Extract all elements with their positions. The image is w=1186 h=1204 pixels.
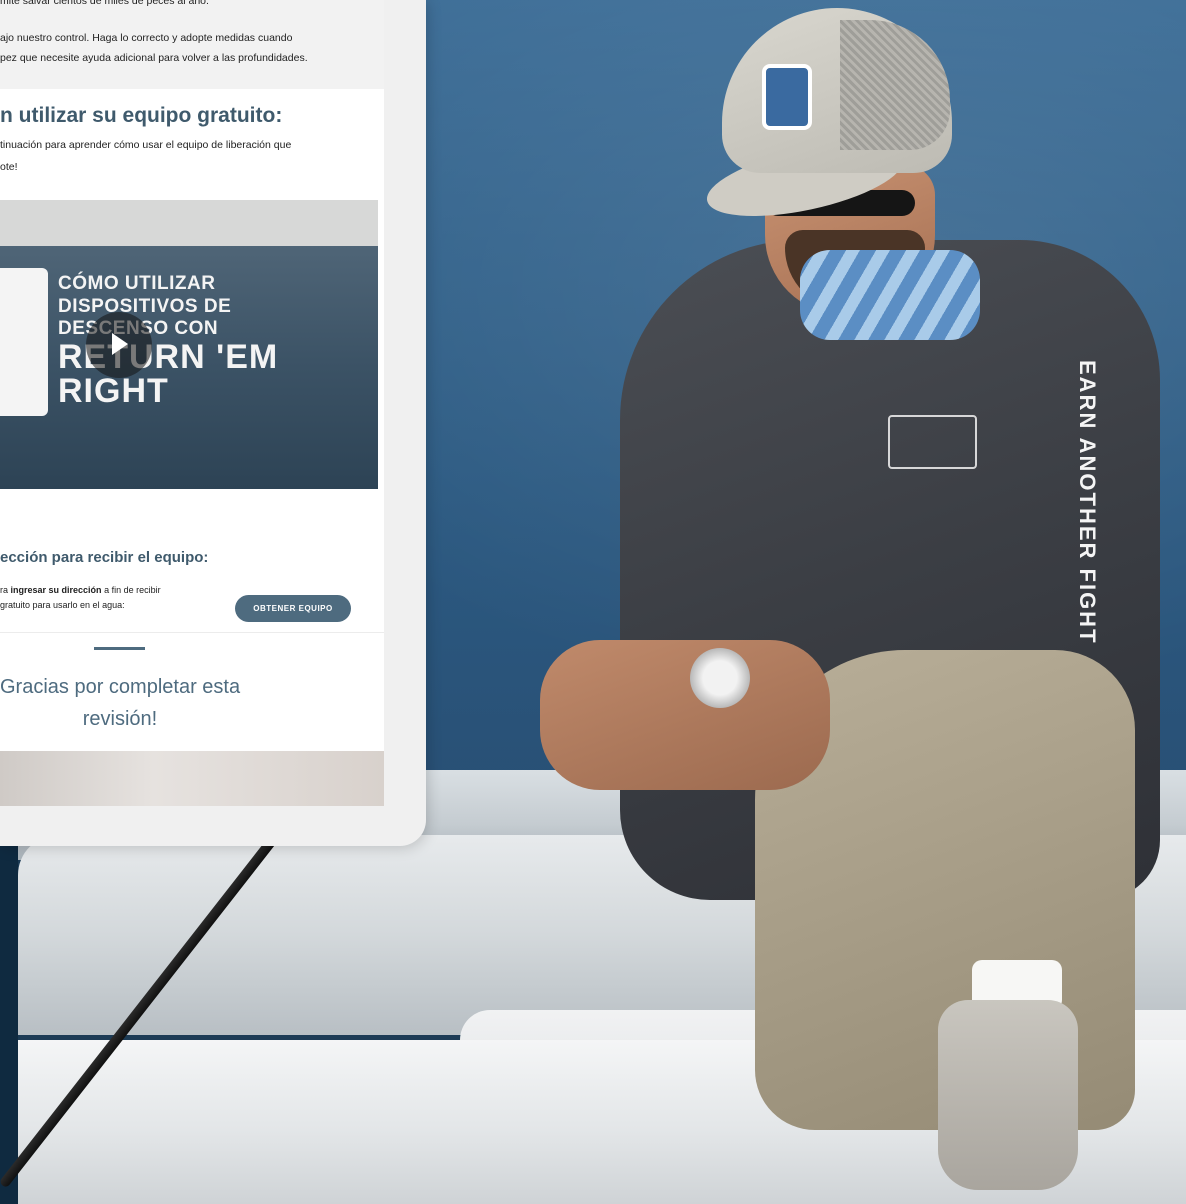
address-text-1-suffix: a fin de recibir	[101, 585, 161, 595]
chest-logo	[888, 415, 977, 469]
intro-line-2: ajo nuestro control. Haga lo correcto y …	[0, 32, 293, 44]
address-text-2: gratuito para usarlo en el agua:	[0, 600, 125, 610]
equipment-section-title: n utilizar su equipo gratuito:	[0, 104, 283, 127]
return-em-right-logo-icon	[0, 268, 48, 416]
intro-line-3: pez que necesite ayuda adicional para vo…	[0, 52, 308, 64]
address-text-1: ra ingresar su dirección a fin de recibi…	[0, 585, 161, 595]
cap-mesh	[840, 20, 950, 150]
thanks-line-2: revisión!	[82, 708, 158, 730]
page-content: mite salvar cientos de miles de peces al…	[0, 0, 384, 806]
thanks-line-1: Gracias por completar esta	[0, 676, 241, 698]
footer-image-band	[0, 751, 384, 806]
intro-block: mite salvar cientos de miles de peces al…	[0, 0, 384, 89]
angler-boot	[938, 1000, 1078, 1190]
left-edge-strip	[0, 845, 18, 1204]
address-section-title: ección para recibir el equipo:	[0, 549, 209, 566]
angler-neck-gaiter	[800, 250, 980, 340]
get-equipment-button[interactable]: OBTENER EQUIPO	[235, 595, 351, 622]
section-divider	[0, 632, 384, 633]
video-title-line-2: DISPOSITIVOS DE	[58, 296, 232, 317]
accent-rule	[94, 647, 145, 650]
fishing-reel	[690, 648, 750, 708]
video-player[interactable]: CÓMO UTILIZAR DISPOSITIVOS DE DESCENSO C…	[0, 200, 378, 489]
device-screen: mite salvar cientos de miles de peces al…	[0, 0, 426, 846]
video-title-line-1: CÓMO UTILIZAR	[58, 273, 216, 294]
address-text-1-bold: ingresar su dirección	[10, 585, 102, 595]
play-button[interactable]	[86, 312, 152, 378]
equipment-text-2: ote!	[0, 161, 18, 173]
angler-hands	[540, 640, 830, 790]
play-icon	[112, 333, 128, 355]
video-title-line-5: RIGHT	[58, 372, 169, 410]
address-text-1-prefix: ra	[0, 585, 11, 595]
sleeve-text: EARN ANOTHER FIGHT	[1075, 360, 1100, 645]
cap-logo-icon	[762, 64, 812, 130]
intro-line-1: mite salvar cientos de miles de peces al…	[0, 0, 209, 7]
equipment-text-1: tinuación para aprender cómo usar el equ…	[0, 139, 292, 151]
angler: EARN ANOTHER FIGHT	[540, 0, 1186, 1204]
